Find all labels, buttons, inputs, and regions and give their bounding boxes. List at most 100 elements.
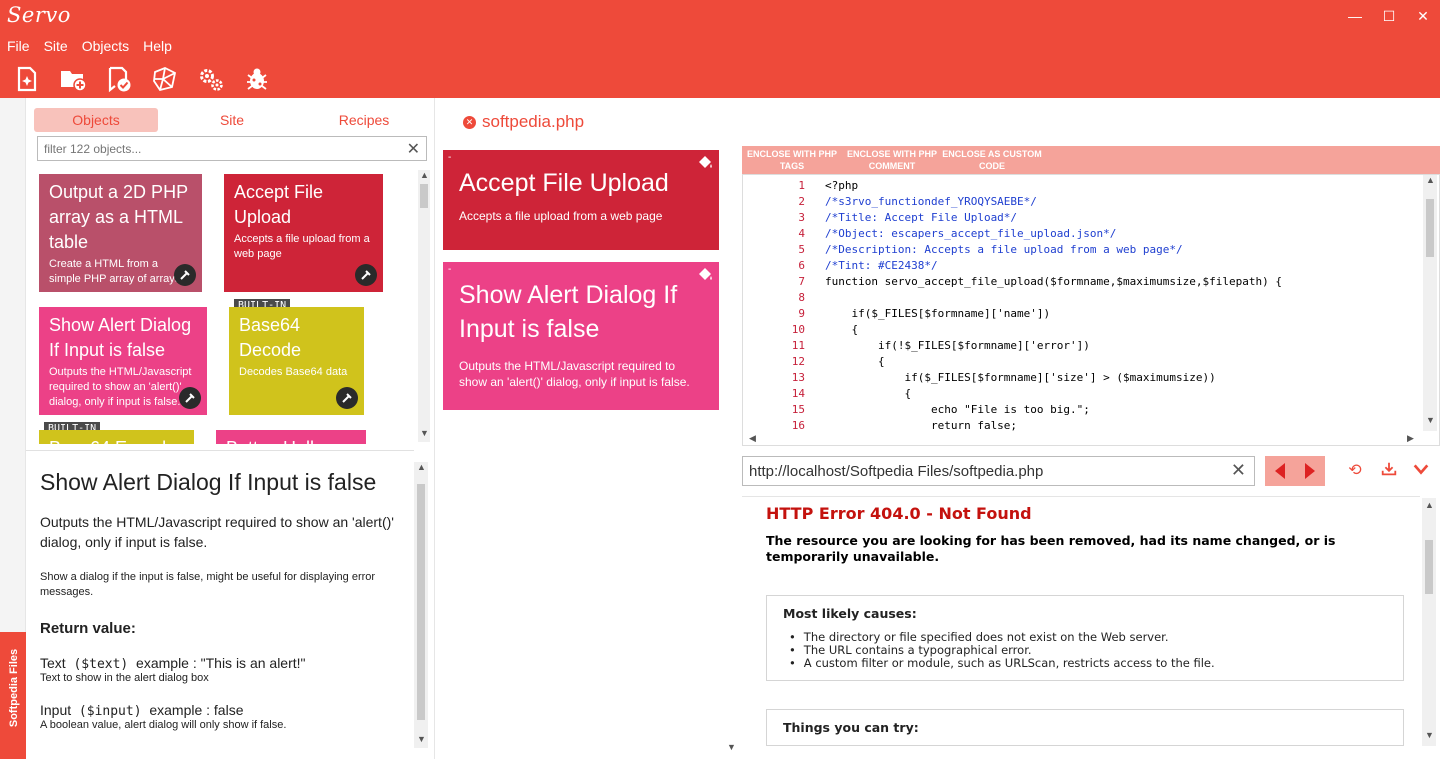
canvas-object[interactable]: - Accept File Upload Accepts a file uplo… bbox=[443, 150, 719, 250]
main-toolbar bbox=[8, 62, 276, 96]
url-input[interactable] bbox=[743, 457, 1223, 485]
code-scrollbar[interactable]: ▲ ▼ bbox=[1423, 175, 1437, 431]
code-editor[interactable]: 1 2 3 4 5 6 7 8 9 10 11 12 13 14 15 16 <?php/*s3rvo_fun… bbox=[742, 174, 1440, 446]
scroll-up-icon[interactable]: ▲ bbox=[420, 170, 429, 180]
drag-handle-icon[interactable] bbox=[174, 264, 196, 286]
line-number: 6 bbox=[798, 259, 805, 272]
collapse-icon[interactable]: - bbox=[448, 264, 451, 275]
causes-title: Most likely causes: bbox=[783, 606, 917, 621]
line-number: 15 bbox=[791, 403, 805, 416]
canvas-object[interactable]: - Show Alert Dialog If Input is false Ou… bbox=[443, 262, 719, 410]
object-tile[interactable]: Accept File Upload Accepts a file upload… bbox=[224, 174, 383, 292]
paint-bucket-icon[interactable] bbox=[697, 266, 713, 282]
scroll-left-icon[interactable]: ◀ bbox=[749, 433, 756, 444]
back-icon[interactable] bbox=[1275, 463, 1285, 479]
object-tile[interactable]: Base64 Decode Decodes Base64 data bbox=[229, 307, 364, 415]
scroll-up-icon[interactable]: ▲ bbox=[1425, 500, 1434, 510]
enclose-php-tags-button[interactable]: ENCLOSE WITH PHP TAGS bbox=[742, 146, 842, 174]
param-code: ($text) bbox=[73, 657, 129, 672]
scroll-thumb[interactable] bbox=[1426, 199, 1434, 257]
drag-handle-icon[interactable] bbox=[179, 387, 201, 409]
line-number: 9 bbox=[798, 307, 805, 320]
menu-file[interactable]: File bbox=[0, 36, 37, 56]
chevron-down-icon[interactable] bbox=[1410, 460, 1432, 482]
clear-url-icon[interactable]: ✕ bbox=[1231, 460, 1246, 481]
tile-title: Button Hello bbox=[226, 436, 356, 444]
canvas-panel: ✕ softpedia.php - Accept File Upload Acc… bbox=[434, 98, 740, 759]
scroll-down-icon[interactable]: ▼ bbox=[727, 742, 736, 752]
tiles-scrollbar[interactable]: ▲ ▼ bbox=[418, 170, 430, 442]
code-text[interactable]: <?php /*s3rvo_functiondef_YROQYSAEBE*/ /*T… bbox=[825, 178, 1282, 434]
line-number: 4 bbox=[798, 227, 805, 240]
checklist-button[interactable] bbox=[100, 62, 138, 96]
object-tile[interactable]: Output a 2D PHP array as a HTML table Cr… bbox=[39, 174, 202, 292]
minimize-button[interactable]: — bbox=[1338, 0, 1372, 32]
bug-icon bbox=[247, 68, 267, 90]
param-name: Text bbox=[40, 655, 66, 671]
download-icon[interactable] bbox=[1378, 460, 1400, 482]
line-number: 14 bbox=[791, 387, 805, 400]
code-line: /*Title: Accept File Upload*/ bbox=[825, 211, 1018, 224]
code-line: /*Description: Accepts a file upload fro… bbox=[825, 243, 1183, 256]
tile-desc: Accepts a file upload from a web page bbox=[234, 233, 370, 260]
debug-button[interactable] bbox=[238, 62, 276, 96]
code-line: { bbox=[825, 355, 885, 368]
scroll-down-icon[interactable]: ▼ bbox=[417, 734, 426, 744]
browser-scrollbar[interactable]: ▲ ▼ bbox=[1422, 498, 1436, 746]
scroll-thumb[interactable] bbox=[420, 184, 428, 208]
enclose-custom-code-button[interactable]: ENCLOSE AS CUSTOM CODE bbox=[942, 146, 1042, 174]
canvas-object-desc: Accepts a file upload from a web page bbox=[459, 209, 663, 223]
object-tile[interactable]: Show Alert Dialog If Input is false Outp… bbox=[39, 307, 207, 415]
filter-input[interactable] bbox=[38, 137, 398, 160]
new-folder-button[interactable] bbox=[54, 62, 92, 96]
object-tile[interactable]: Button Hello bbox=[216, 430, 366, 444]
menu-help[interactable]: Help bbox=[136, 36, 179, 56]
maximize-button[interactable]: ☐ bbox=[1372, 0, 1406, 32]
menu-objects[interactable]: Objects bbox=[75, 36, 136, 56]
scroll-thumb[interactable] bbox=[417, 484, 425, 720]
file-tab[interactable]: ✕ softpedia.php bbox=[463, 112, 584, 132]
tab-site[interactable]: Site bbox=[166, 108, 298, 132]
scroll-down-icon[interactable]: ▼ bbox=[1425, 730, 1434, 740]
network-button[interactable] bbox=[146, 62, 184, 96]
paint-bucket-icon[interactable] bbox=[697, 154, 713, 170]
line-number: 10 bbox=[791, 323, 805, 336]
clear-filter-icon[interactable]: ✕ bbox=[407, 139, 420, 159]
app-title: Servo bbox=[7, 3, 71, 27]
side-strip: Softpedia Files bbox=[0, 98, 26, 759]
drag-handle-icon[interactable] bbox=[336, 387, 358, 409]
forward-icon[interactable] bbox=[1305, 463, 1315, 479]
scroll-up-icon[interactable]: ▲ bbox=[417, 462, 426, 472]
causes-box: Most likely causes: The directory or fil… bbox=[766, 595, 1404, 681]
return-value-label: Return value: bbox=[40, 620, 136, 637]
code-line: return false; bbox=[825, 419, 1018, 432]
close-file-icon[interactable]: ✕ bbox=[463, 115, 476, 129]
code-line: { bbox=[825, 387, 912, 400]
object-tile[interactable]: Base64 Encode bbox=[39, 430, 194, 444]
menu-site[interactable]: Site bbox=[37, 36, 75, 56]
scroll-down-icon[interactable]: ▼ bbox=[420, 428, 429, 438]
scroll-up-icon[interactable]: ▲ bbox=[1426, 175, 1435, 185]
tile-desc: Outputs the HTML/Javascript required to … bbox=[49, 366, 192, 408]
tile-title: Show Alert Dialog If Input is false bbox=[49, 315, 192, 360]
softpedia-files-tab[interactable]: Softpedia Files bbox=[0, 632, 26, 759]
detail-note: Show a dialog if the input is false, mig… bbox=[40, 571, 376, 598]
detail-scrollbar[interactable]: ▲ ▼ bbox=[414, 462, 428, 748]
close-button[interactable]: ✕ bbox=[1406, 0, 1440, 32]
drag-handle-icon[interactable] bbox=[355, 264, 377, 286]
tab-recipes[interactable]: Recipes bbox=[298, 108, 430, 132]
line-number: 2 bbox=[798, 195, 805, 208]
refresh-icon[interactable]: ⟲ bbox=[1344, 460, 1366, 482]
tab-objects[interactable]: Objects bbox=[34, 108, 158, 132]
enclose-php-comment-button[interactable]: ENCLOSE WITH PHP COMMENT bbox=[842, 146, 942, 174]
tile-desc: Create a HTML from a simple PHP array of… bbox=[49, 258, 181, 285]
error-subtitle: The resource you are looking for has bee… bbox=[766, 533, 1336, 564]
filter-box: ✕ bbox=[37, 136, 427, 161]
param-desc: Text to show in the alert dialog box bbox=[40, 672, 209, 684]
new-object-button[interactable] bbox=[8, 62, 46, 96]
scroll-down-icon[interactable]: ▼ bbox=[1426, 415, 1435, 425]
scroll-right-icon[interactable]: ▶ bbox=[1407, 433, 1414, 444]
scroll-thumb[interactable] bbox=[1425, 540, 1433, 594]
settings-button[interactable] bbox=[192, 62, 230, 96]
collapse-icon[interactable]: - bbox=[448, 152, 451, 163]
